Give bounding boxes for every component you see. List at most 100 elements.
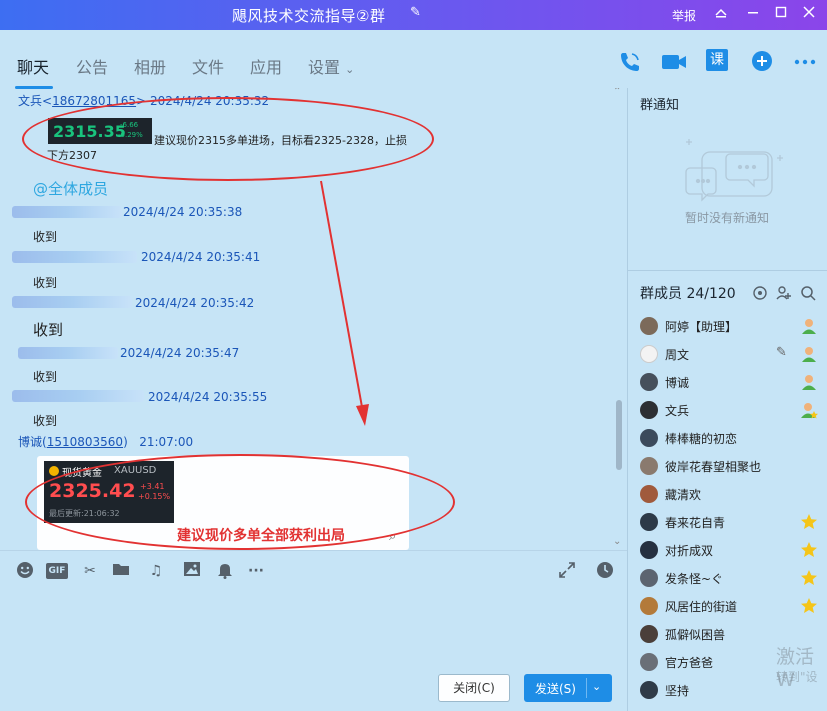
message-time: 21:07:00 [139, 435, 194, 449]
scrollbar-track[interactable] [613, 88, 623, 550]
group-sidebar: 群通知 暂时没有新通知 群成员 24/120 阿婷【助理】 周文 ✎ 博诚 文兵… [627, 88, 827, 711]
tab-settings[interactable]: 设置 ⌄ [308, 54, 354, 78]
close-icon[interactable] [800, 5, 818, 23]
red-annotation-ellipse [22, 97, 434, 181]
class-icon[interactable]: 课 [706, 49, 728, 71]
folder-icon[interactable] [111, 561, 131, 581]
more-icon[interactable]: ··· [246, 561, 266, 581]
message-text: 收到 [33, 276, 58, 290]
member-name: 孤僻似困兽 [665, 628, 726, 642]
music-icon[interactable]: ♫ [146, 561, 166, 581]
notice-empty-text: 暂时没有新通知 [685, 211, 770, 225]
red-annotation-ellipse [25, 454, 455, 550]
member-item[interactable]: 周文 ✎ [640, 343, 827, 365]
send-button-label: 发送(S) [535, 682, 576, 696]
avatar [640, 597, 658, 615]
message-time: 2024/4/24 20:35:38 [123, 205, 243, 219]
tab-files[interactable]: 文件 [192, 54, 224, 78]
chat-message-area[interactable]: 文兵<18672801165> 2024/4/24 20:35:32 2315.… [0, 88, 627, 550]
scroll-down-icon[interactable]: ⌄ [613, 536, 621, 547]
member-name: 春来花自青 [665, 516, 726, 530]
star-icon [800, 513, 818, 531]
tab-chat[interactable]: 聊天 [17, 54, 49, 78]
member-item[interactable]: 春来花自青 [640, 511, 827, 533]
blurred-sender [12, 206, 122, 218]
member-settings-icon[interactable] [752, 285, 768, 305]
edit-name-icon[interactable]: ✎ [410, 5, 421, 20]
gif-icon-label: GIF [46, 563, 68, 579]
tab-album[interactable]: 相册 [134, 54, 166, 78]
member-item[interactable]: 彼岸花春望相聚也 [640, 455, 827, 477]
avatar [640, 317, 658, 335]
search-icon[interactable] [800, 285, 816, 305]
sender-link[interactable]: 1510803560 [47, 435, 123, 449]
member-name: 官方爸爸 [665, 656, 714, 670]
member-item[interactable]: 藏清欢 [640, 483, 827, 505]
maximize-icon[interactable] [772, 5, 790, 23]
message-input[interactable] [0, 590, 627, 670]
avatar [640, 681, 658, 699]
member-name: 周文 [665, 348, 690, 362]
more-icon[interactable] [793, 54, 817, 73]
video-icon[interactable] [661, 50, 687, 78]
phone-icon[interactable] [618, 50, 642, 78]
send-button-divider [586, 678, 587, 698]
scrollbar-thumb[interactable] [616, 400, 622, 470]
member-name: 彼岸花春望相聚也 [665, 460, 762, 474]
member-item[interactable]: 发条怪~ぐ [640, 567, 827, 589]
gold-icon [49, 466, 59, 476]
message-time: 2024/4/24 20:35:47 [120, 346, 240, 360]
star-icon [800, 569, 818, 587]
blurred-sender [18, 347, 118, 359]
report-button[interactable]: 举报 [672, 7, 696, 24]
edit-icon[interactable]: ✎ [776, 345, 787, 360]
member-item[interactable]: 阿婷【助理】 [640, 315, 827, 337]
blurred-sender [12, 390, 144, 402]
member-item[interactable]: 对折成双 [640, 539, 827, 561]
members-title: 群成员 24/120 [640, 286, 736, 302]
history-icon[interactable] [595, 561, 615, 581]
member-name: 风居住的街道 [665, 600, 738, 614]
chevron-down-icon[interactable]: ⌄ [592, 680, 601, 693]
add-icon[interactable] [751, 50, 773, 76]
tab-bar: 聊天 公告 相册 文件 应用 设置 ⌄ [0, 30, 627, 89]
close-button[interactable]: 关闭(C) [438, 674, 510, 702]
send-button[interactable]: 发送(S) ⌄ [524, 674, 612, 702]
member-name: 阿婷【助理】 [665, 320, 738, 334]
avatar [640, 541, 658, 559]
add-member-icon[interactable] [776, 285, 792, 305]
message-text: 收到 [33, 370, 58, 384]
member-item[interactable]: 博诚 [640, 371, 827, 393]
owner-icon [800, 401, 818, 419]
avatar [640, 513, 658, 531]
minimize-icon[interactable] [744, 5, 762, 23]
admin-icon [800, 345, 818, 363]
scissors-icon[interactable]: ✂ [80, 561, 100, 581]
member-item[interactable]: 文兵 [640, 399, 827, 421]
avatar [640, 625, 658, 643]
window-title: 飓风技术交流指导②群 [232, 7, 386, 25]
message-text: 收到 [33, 414, 58, 428]
message-text: 收到 [33, 321, 64, 339]
member-name: 博诚 [665, 376, 690, 390]
emoji-icon[interactable] [15, 561, 35, 581]
message-time: 2024/4/24 20:35:42 [135, 296, 255, 310]
gif-icon[interactable]: GIF [46, 561, 68, 581]
tab-announcement[interactable]: 公告 [76, 54, 108, 78]
expand-icon[interactable] [557, 561, 577, 581]
scroll-up-icon[interactable]: ⌃ [613, 88, 621, 97]
member-item[interactable]: 风居住的街道 [640, 595, 827, 617]
bell-icon[interactable] [215, 561, 235, 581]
avatar [640, 485, 658, 503]
skin-icon[interactable] [712, 5, 730, 23]
tab-apps[interactable]: 应用 [250, 54, 282, 78]
member-item[interactable]: 棒棒糖的初恋 [640, 427, 827, 449]
blurred-sender [12, 296, 132, 308]
avatar [640, 345, 658, 363]
mention-all[interactable]: @全体成员 [33, 178, 108, 199]
empty-notice-illustration [685, 139, 783, 202]
image-icon[interactable] [182, 561, 202, 581]
admin-icon [800, 373, 818, 391]
message-sender[interactable]: 博诚(1510803560) 21:07:00 [18, 433, 193, 450]
avatar [640, 457, 658, 475]
